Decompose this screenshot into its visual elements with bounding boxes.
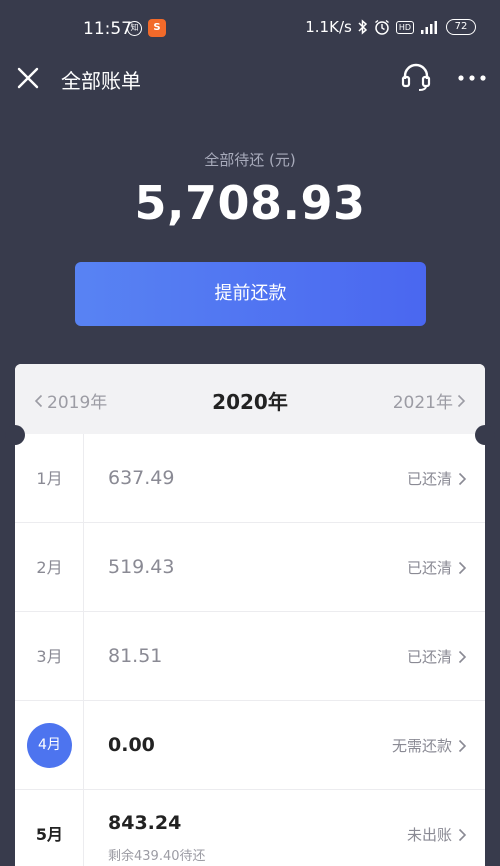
bill-status: 已还清 (407, 557, 467, 578)
bill-amount: 0.00 (108, 734, 155, 756)
bill-status: 未出账 (407, 824, 467, 845)
remaining-amount-text: 剩余439.40待还 (108, 849, 206, 864)
signal-icon (421, 21, 437, 34)
card-notch-right (475, 425, 495, 445)
alarm-icon (374, 19, 389, 35)
summary-amount: 5,708.93 (134, 176, 366, 230)
prev-year-label: 2019年 (47, 393, 108, 413)
bill-status-text: 已还清 (406, 648, 452, 666)
bill-status: 已还清 (407, 468, 467, 489)
bill-status-text: 无需还款 (391, 737, 452, 755)
status-bar: 11:57 知 S 1.1K/s HD 72 (0, 0, 500, 56)
zhihu-notification-icon: 知 (127, 21, 142, 36)
status-indicators: 1.1K/s HD 72 (305, 18, 476, 36)
bill-row-may[interactable]: 5月 843.24 剩余439.40待还 未出账 (15, 790, 485, 866)
summary-label: 全部待还 (元) (204, 151, 296, 169)
bill-status-text: 已还清 (406, 559, 452, 577)
status-time: 11:57 (83, 19, 132, 39)
bill-status-text: 未出账 (406, 826, 452, 844)
card-notch-left (5, 425, 25, 445)
bill-row-jan[interactable]: 1月 637.49 已还清 (15, 434, 485, 523)
chevron-right-icon (458, 828, 467, 841)
close-icon[interactable] (14, 64, 42, 92)
app-notification-icon: S (148, 19, 166, 37)
bill-row-apr[interactable]: 4月 0.00 无需还款 (15, 701, 485, 790)
bill-row-mar[interactable]: 3月 81.51 已还清 (15, 612, 485, 701)
battery-icon: 72 (446, 19, 476, 35)
next-year-button[interactable]: 2021年 (393, 388, 466, 413)
year-nav: 2019年 2020年 2021年 (15, 364, 485, 434)
month-label: 2月 (36, 558, 63, 577)
month-label: 1月 (36, 469, 63, 488)
chevron-right-icon (458, 650, 467, 663)
chevron-left-icon (34, 394, 43, 407)
bill-status: 无需还款 (392, 735, 467, 756)
bill-amount: 81.51 (108, 645, 163, 667)
chevron-right-icon (458, 739, 467, 752)
bill-amount: 843.24 (108, 812, 182, 834)
bluetooth-icon (358, 19, 367, 35)
customer-service-icon[interactable] (400, 62, 432, 94)
bill-status: 已还清 (407, 646, 467, 667)
hd-icon: HD (395, 20, 414, 34)
prepay-button[interactable]: 提前还款 (75, 262, 426, 326)
network-speed: 1.1K/s (305, 18, 352, 36)
chevron-right-icon (458, 561, 467, 574)
bill-amount: 637.49 (108, 467, 175, 489)
month-label: 5月 (35, 825, 64, 844)
more-icon[interactable] (456, 64, 488, 92)
chevron-right-icon (457, 394, 466, 407)
page-title: 全部账单 (61, 69, 141, 93)
bill-amount: 519.43 (108, 556, 175, 578)
month-label: 3月 (36, 647, 63, 666)
bill-card: 2019年 2020年 2021年 1月 637.49 已还清 2月 519.4… (15, 364, 485, 866)
bill-status-text: 已还清 (406, 470, 452, 488)
next-year-label: 2021年 (392, 393, 453, 413)
bill-row-feb[interactable]: 2月 519.43 已还清 (15, 523, 485, 612)
current-month-badge: 4月 (27, 723, 72, 768)
chevron-right-icon (458, 472, 467, 485)
prev-year-button[interactable]: 2019年 (34, 388, 107, 413)
app-bar: 全部账单 (0, 56, 500, 100)
